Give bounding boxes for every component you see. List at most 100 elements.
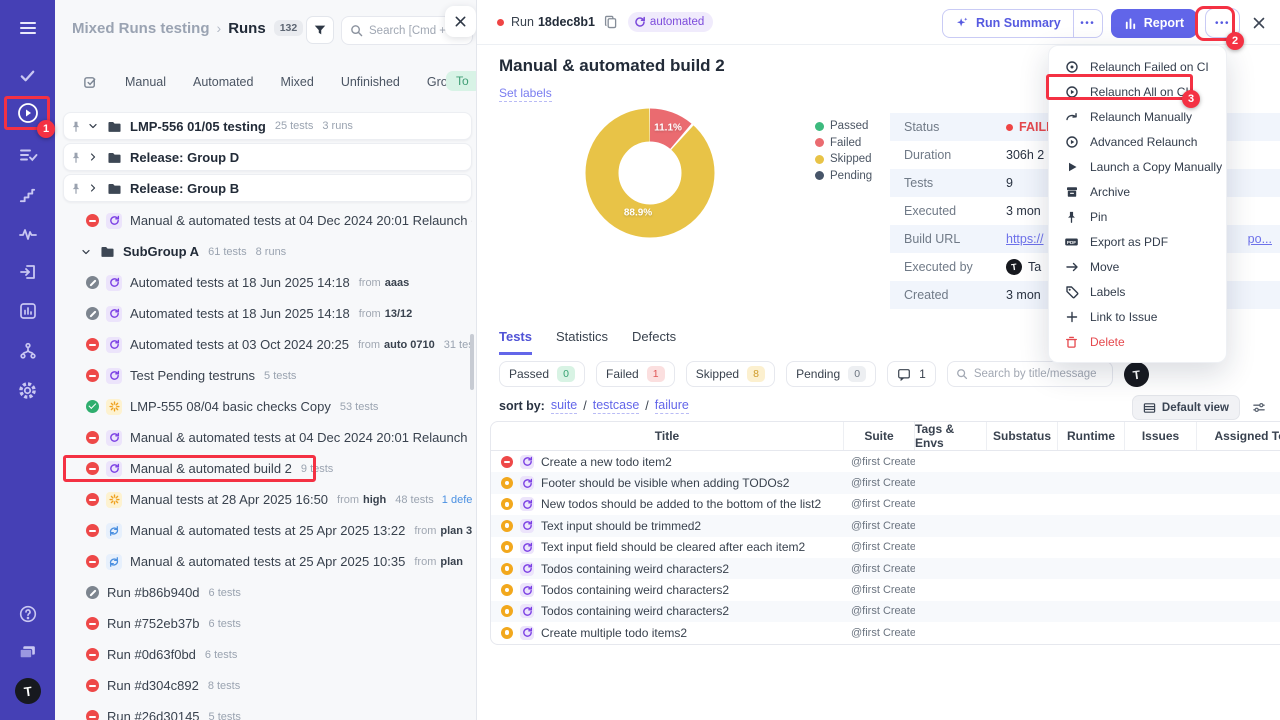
table-row[interactable]: Create multiple todo items2 @first Create… (491, 622, 1280, 643)
more-actions-button[interactable]: ••• (1205, 8, 1240, 38)
branch-icon[interactable] (0, 337, 55, 365)
tests-search-input[interactable] (973, 368, 1104, 380)
close-run-button[interactable] (1248, 12, 1270, 34)
chevron-down-icon[interactable] (80, 246, 95, 258)
table-row[interactable]: Todos containing weird characters2 @first… (491, 600, 1280, 623)
run-tab-unfinished[interactable]: Unfinished (341, 75, 400, 89)
table-row[interactable]: Text input field should be cleared after… (491, 537, 1280, 558)
help-icon[interactable] (0, 600, 55, 628)
breadcrumb-project[interactable]: Mixed Runs testing (72, 20, 210, 37)
default-view-button[interactable]: Default view (1131, 395, 1240, 420)
menu-item-launch-a-copy-manually[interactable]: Launch a Copy Manually (1049, 154, 1226, 179)
run-row[interactable]: Run #26d30145 5 tests (63, 701, 472, 720)
filter-button[interactable] (306, 16, 334, 44)
menu-item-export-as-pdf[interactable]: PDF Export as PDF (1049, 229, 1226, 254)
menu-icon[interactable] (0, 14, 55, 42)
column-header-substatus[interactable]: Substatus (987, 422, 1058, 450)
run-row[interactable]: Automated tests at 18 Jun 2025 14:18 from… (63, 298, 472, 329)
run-row[interactable]: Manual & automated tests at 04 Dec 2024 … (63, 205, 472, 236)
menu-item-advanced-relaunch[interactable]: Advanced Relaunch (1049, 129, 1226, 154)
filter-chip-passed[interactable]: Passed 0 (499, 361, 586, 387)
run-tab-mixed[interactable]: Mixed (280, 75, 313, 89)
check-icon[interactable] (0, 61, 55, 89)
tab-defects[interactable]: Defects (632, 329, 676, 355)
run-group-row[interactable]: Release: Group D (63, 143, 472, 171)
table-row[interactable]: Text input should be trimmed2 @first Crea… (491, 515, 1280, 537)
run-row[interactable]: Manual & automated tests at 25 Apr 2025 … (63, 546, 472, 577)
table-row[interactable]: New todos should be added to the bottom … (491, 494, 1280, 515)
run-row[interactable]: LMP-555 08/04 basic checks Copy 53 tests (63, 391, 472, 422)
menu-item-relaunch-failed-on-ci[interactable]: Relaunch Failed on CI (1049, 54, 1226, 79)
table-row[interactable]: Footer should be visible when adding TOD… (491, 472, 1280, 494)
comments-chip[interactable]: 1 (887, 361, 936, 387)
menu-item-relaunch-manually[interactable]: Relaunch Manually (1049, 104, 1226, 129)
chevron-down-icon[interactable] (87, 120, 102, 132)
stairs-icon[interactable] (0, 181, 55, 209)
run-tab-automated[interactable]: Automated (193, 75, 253, 89)
tests-search[interactable] (946, 361, 1113, 387)
sliders-icon[interactable] (1252, 401, 1266, 414)
run-row[interactable]: Run #752eb37b 6 tests (63, 608, 472, 639)
filter-chip-failed[interactable]: Failed 1 (596, 361, 675, 387)
column-header-assigned-to[interactable]: Assigned To (1197, 422, 1280, 450)
run-row[interactable]: Run #d304c892 8 tests (63, 670, 472, 701)
panel-close-button[interactable] (445, 6, 476, 37)
filter-chip-pending[interactable]: Pending 0 (786, 361, 877, 387)
menu-item-link-to-issue[interactable]: Link to Issue (1049, 304, 1226, 329)
checklist-icon[interactable] (0, 141, 55, 169)
gear-icon[interactable] (0, 376, 55, 404)
assignee-avatar[interactable]: T (1122, 359, 1151, 389)
run-row[interactable]: Manual & automated tests at 04 Dec 2024 … (63, 422, 472, 453)
table-row[interactable]: Todos containing weird characters2 @first… (491, 557, 1280, 580)
run-summary-more-button[interactable]: ••• (1072, 8, 1103, 38)
scrollbar-thumb[interactable] (470, 334, 474, 390)
run-row[interactable]: Run #0d63f0bd 6 tests (63, 639, 472, 670)
user-avatar[interactable]: T (0, 676, 55, 706)
pulse-icon[interactable] (0, 220, 55, 248)
sort-by-testcase[interactable]: testcase (592, 398, 640, 414)
run-row[interactable]: Manual tests at 28 Apr 2025 16:50 from hig… (63, 484, 472, 515)
table-row[interactable]: Create a new todo item2 @first Create ... (491, 451, 1280, 472)
column-header-runtime[interactable]: Runtime (1058, 422, 1125, 450)
run-group-row[interactable]: LMP-556 01/05 testing 25 tests 3 runs (63, 112, 472, 140)
menu-item-archive[interactable]: Archive (1049, 179, 1226, 204)
run-row[interactable]: Run #b86b940d 6 tests (63, 577, 472, 608)
menu-item-labels[interactable]: Labels (1049, 279, 1226, 304)
analytics-icon[interactable] (0, 297, 55, 325)
menu-item-move[interactable]: Move (1049, 254, 1226, 279)
chevron-right-icon[interactable] (87, 182, 102, 194)
column-header-tags-envs[interactable]: Tags & Envs (915, 422, 987, 450)
filter-chip-skipped[interactable]: Skipped 8 (685, 361, 776, 387)
menu-item-delete[interactable]: Delete (1049, 329, 1226, 354)
sort-by-suite[interactable]: suite (550, 398, 578, 414)
run-group-row[interactable]: SubGroup A 61 tests 8 runs (63, 236, 472, 267)
run-summary-button[interactable]: Run Summary (941, 8, 1073, 38)
column-header-suite[interactable]: Suite (844, 422, 915, 450)
run-group-row[interactable]: Release: Group B (63, 174, 472, 202)
tab-statistics[interactable]: Statistics (556, 329, 608, 355)
import-icon[interactable] (0, 258, 55, 286)
tab-chip-total[interactable]: To (446, 71, 476, 91)
set-labels-link[interactable]: Set labels (499, 86, 552, 102)
defects-count[interactable]: 1 defects (442, 494, 472, 506)
report-button[interactable]: Report (1110, 8, 1197, 38)
menu-item-pin[interactable]: Pin (1049, 204, 1226, 229)
run-tab-manual[interactable]: Manual (125, 75, 166, 89)
run-row[interactable]: Manual & automated build 2 9 tests (63, 453, 472, 484)
run-row[interactable]: Manual & automated tests at 25 Apr 2025 … (63, 515, 472, 546)
build-url-tail[interactable]: po... (1248, 232, 1272, 246)
projects-icon[interactable] (0, 637, 55, 665)
table-row[interactable]: Todos containing weird characters2 @first… (491, 579, 1280, 600)
chevron-right-icon[interactable] (87, 151, 102, 163)
select-runs-icon[interactable] (83, 75, 98, 90)
sort-by-failure[interactable]: failure (654, 398, 689, 414)
breadcrumb-section[interactable]: Runs (228, 20, 266, 37)
run-row[interactable]: Test Pending testruns 5 tests (63, 360, 472, 391)
run-row[interactable]: Automated tests at 03 Oct 2024 20:25 from… (63, 329, 472, 360)
play-circle-icon[interactable] (0, 99, 55, 127)
column-header-title[interactable]: Title (491, 422, 844, 450)
column-header-issues[interactable]: Issues (1125, 422, 1197, 450)
copy-icon[interactable] (604, 15, 617, 29)
menu-item-relaunch-all-on-ci[interactable]: Relaunch All on CI (1049, 79, 1226, 104)
run-row[interactable]: Automated tests at 18 Jun 2025 14:18 from… (63, 267, 472, 298)
